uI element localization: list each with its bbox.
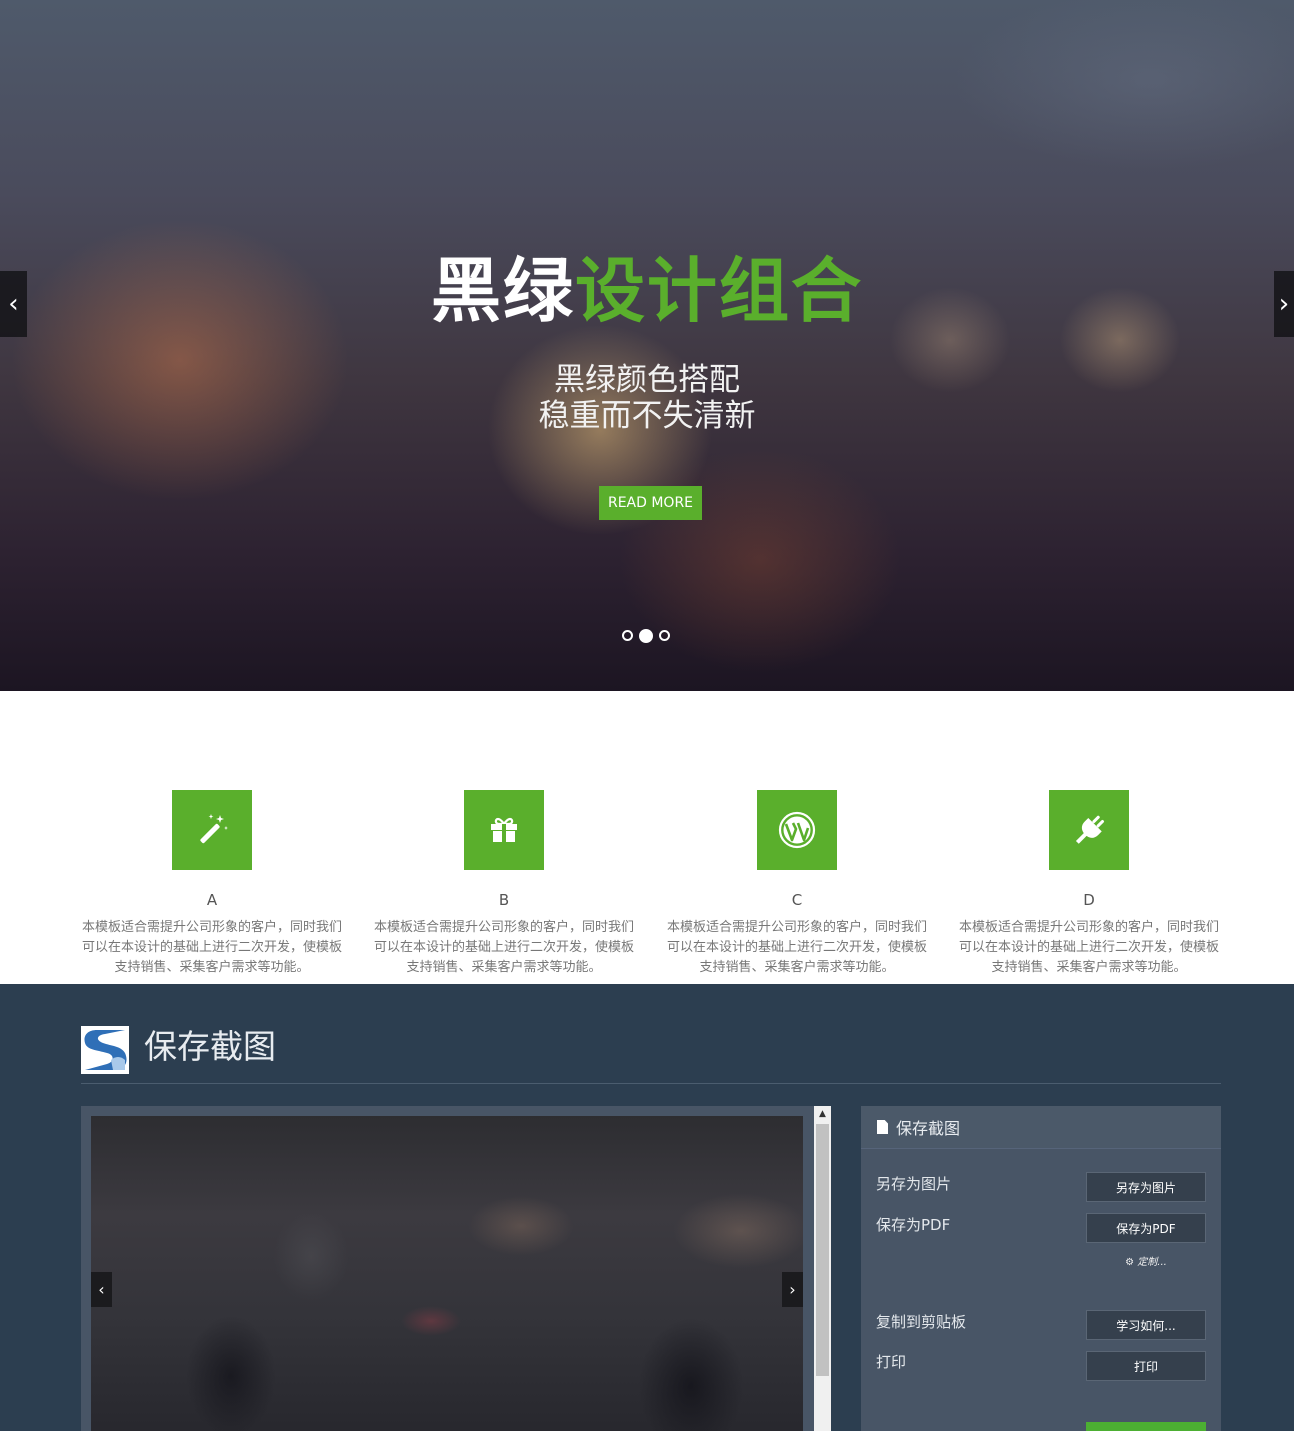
feature-description: 本模板适合需提升公司形象的客户，同时我们可以在本设计的基础上进行二次开发，使模板… [374,920,635,975]
gift-icon[interactable] [464,790,544,870]
save-panel: 保存截图 另存为图片 另存为图片 保存为PDF 保存为PDF ⚙ 定制... 复… [861,1106,1221,1431]
save-screenshot-section: 保存截图 ‹ › ▲ 保存截图 另存为图片 另存为图片 保存为PDF 保存为PD… [0,984,1294,1431]
save-pdf-label: 保存为PDF [876,1216,951,1234]
feature-description: 本模板适合需提升公司形象的客户，同时我们可以在本设计的基础上进行二次开发，使模板… [82,920,343,975]
hero-subtitle-line1: 黑绿颜色搭配 [554,362,740,398]
plug-icon[interactable] [1049,790,1129,870]
customize-label: 定制... [1137,1257,1167,1268]
scroll-up-icon[interactable]: ▲ [814,1106,831,1122]
document-icon [877,1120,888,1134]
feature-description: 本模板适合需提升公司形象的客户，同时我们可以在本设计的基础上进行二次开发，使模板… [959,920,1220,975]
slider-prev-arrow-icon[interactable]: ‹ [0,271,27,337]
slider-dot-1[interactable] [622,630,633,641]
feature-name: D [1083,891,1095,909]
feature-a: A 本模板适合需提升公司形象的客户，同时我们可以在本设计的基础上进行二次开发，使… [62,790,362,978]
hero-slider: 黑绿设计组合 黑绿颜色搭配 稳重而不失清新 READ MORE ‹ › [0,0,1294,691]
wordpress-icon[interactable] [757,790,837,870]
cutoff-green-button[interactable] [1086,1422,1206,1431]
hero-subtitle: 黑绿颜色搭配 稳重而不失清新 [0,362,1294,434]
hero-subtitle-line2: 稳重而不失清新 [538,398,756,434]
slider-dots [622,629,670,643]
hero-title-green: 设计组合 [575,250,863,332]
feature-c: C 本模板适合需提升公司形象的客户，同时我们可以在本设计的基础上进行二次开发，使… [647,790,947,978]
feature-description: 本模板适合需提升公司形象的客户，同时我们可以在本设计的基础上进行二次开发，使模板… [667,920,928,975]
divider [81,1083,1221,1084]
section-title: 保存截图 [144,1027,276,1066]
preview-prev-arrow-icon[interactable]: ‹ [91,1272,112,1307]
slider-dot-3[interactable] [659,630,670,641]
print-button[interactable]: 打印 [1086,1351,1206,1381]
feature-name: C [791,891,803,909]
hero-title-white: 黑绿 [431,250,575,332]
preview-image: ‹ › [91,1116,803,1431]
panel-header-label: 保存截图 [896,1119,961,1138]
save-image-button[interactable]: 另存为图片 [1086,1172,1206,1202]
read-more-button[interactable]: READ MORE [599,486,702,520]
copy-clipboard-label: 复制到剪贴板 [876,1313,967,1331]
panel-header: 保存截图 [861,1106,1221,1149]
feature-name: B [498,891,510,909]
print-label: 打印 [876,1353,907,1371]
screenshot-preview: ‹ › ▲ [81,1106,831,1431]
learn-how-button[interactable]: 学习如何... [1086,1310,1206,1340]
hero-title: 黑绿设计组合 [0,246,1294,336]
customize-link[interactable]: ⚙ 定制... [1086,1253,1206,1268]
slider-next-arrow-icon[interactable]: › [1274,271,1294,337]
save-pdf-button[interactable]: 保存为PDF [1086,1213,1206,1243]
preview-next-arrow-icon[interactable]: › [782,1272,803,1307]
feature-b: B 本模板适合需提升公司形象的客户，同时我们可以在本设计的基础上进行二次开发，使… [354,790,654,978]
save-image-label: 另存为图片 [876,1175,952,1193]
scrollbar-thumb[interactable] [816,1124,829,1376]
preview-scrollbar[interactable]: ▲ [814,1106,831,1431]
s-logo-icon [81,1026,129,1074]
slider-dot-2[interactable] [639,629,653,643]
feature-name: A [206,891,218,909]
magic-wand-icon[interactable] [172,790,252,870]
gear-icon: ⚙ [1125,1257,1135,1268]
feature-d: D 本模板适合需提升公司形象的客户，同时我们可以在本设计的基础上进行二次开发，使… [939,790,1239,978]
